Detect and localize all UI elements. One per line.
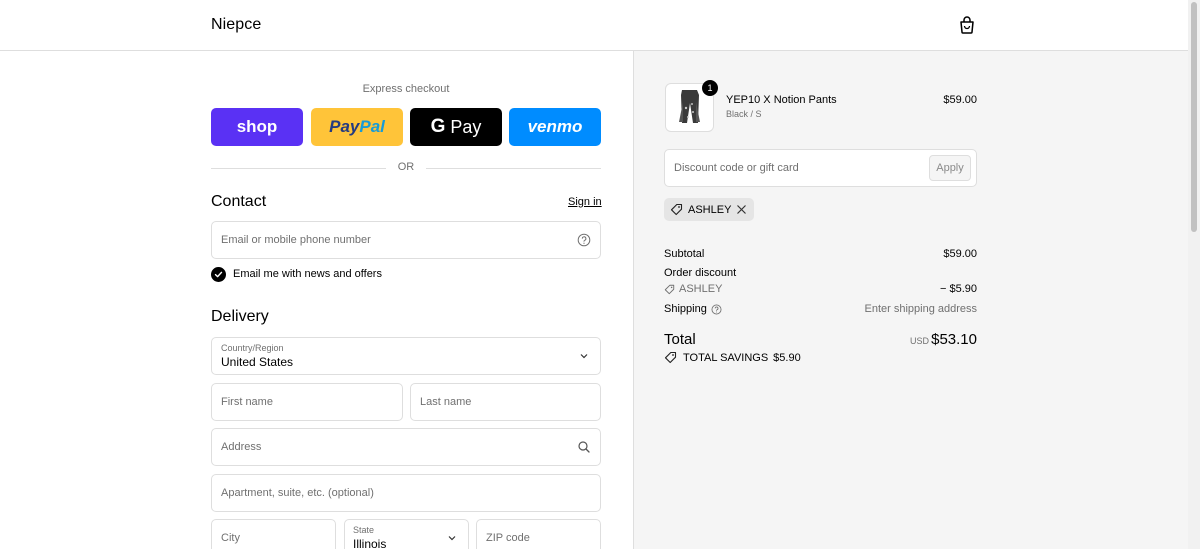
total-label: Total xyxy=(664,331,696,348)
shipping-label-group: Shipping xyxy=(664,303,722,315)
discount-amount: − $5.90 xyxy=(939,283,977,295)
product-price: $59.00 xyxy=(943,94,977,106)
page-scrollbar[interactable] xyxy=(1188,0,1200,549)
shipping-value: Enter shipping address xyxy=(864,303,977,315)
tag-icon xyxy=(670,203,683,216)
total-savings-label: TOTAL SAVINGS xyxy=(683,351,769,364)
header: Niepce xyxy=(0,0,1188,51)
help-circle-icon[interactable] xyxy=(711,304,722,315)
venmo-button[interactable]: venmo xyxy=(509,108,601,146)
shop-pay-button[interactable]: shop xyxy=(211,108,303,146)
apply-discount-button[interactable]: Apply xyxy=(929,155,971,181)
delivery-title: Delivery xyxy=(211,308,269,325)
paypal-label-part1: Pay xyxy=(329,117,360,136)
contact-title: Contact xyxy=(211,193,267,210)
state-label: State xyxy=(353,525,375,535)
newsletter-checkbox[interactable] xyxy=(211,266,226,282)
tag-icon xyxy=(664,284,675,294)
or-text: OR xyxy=(397,161,415,173)
total-savings-amount: $5.90 xyxy=(773,351,801,364)
divider-line-right xyxy=(426,168,601,169)
email-placeholder: Email or mobile phone number xyxy=(221,234,371,246)
applied-discount-tag: ASHLEY xyxy=(664,198,754,221)
order-discount-label: Order discount xyxy=(664,267,737,279)
or-divider: OR xyxy=(211,161,601,175)
express-checkout-title: Express checkout xyxy=(362,83,450,95)
chevron-down-icon xyxy=(580,354,588,359)
search-icon xyxy=(578,441,590,453)
last-name-placeholder: Last name xyxy=(420,396,472,408)
subtotal-label: Subtotal xyxy=(664,248,705,260)
state-select[interactable]: State Illinois xyxy=(344,519,469,549)
discount-code-label: ASHLEY xyxy=(664,283,722,295)
newsletter-label: Email me with news and offers xyxy=(233,268,382,280)
google-pay-button[interactable]: G Pay xyxy=(410,108,502,146)
country-value: United States xyxy=(221,355,294,369)
first-name-field[interactable]: First name xyxy=(211,383,403,421)
store-brand[interactable]: Niepce xyxy=(211,16,261,34)
product-name: YEP10 X Notion Pants xyxy=(726,94,837,106)
newsletter-option[interactable]: Email me with news and offers xyxy=(211,266,382,282)
first-name-placeholder: First name xyxy=(221,396,273,408)
apartment-field[interactable]: Apartment, suite, etc. (optional) xyxy=(211,474,601,512)
paypal-button[interactable]: Pay Pal xyxy=(311,108,403,146)
country-label: Country/Region xyxy=(221,343,284,353)
chevron-down-icon xyxy=(448,536,456,541)
scrollbar-thumb[interactable] xyxy=(1191,2,1197,232)
email-field[interactable]: Email or mobile phone number xyxy=(211,221,601,259)
product-variant: Black / S xyxy=(726,109,762,119)
zip-placeholder: ZIP code xyxy=(486,532,530,544)
order-summary-pane xyxy=(633,51,1188,549)
paypal-label-part2: Pal xyxy=(359,117,385,136)
country-select[interactable]: Country/Region United States xyxy=(211,337,601,375)
total-row: Total USD $53.10 xyxy=(664,330,977,350)
help-circle-icon[interactable] xyxy=(577,233,591,247)
city-field[interactable]: City xyxy=(211,519,336,549)
shopping-bag-icon[interactable] xyxy=(957,15,977,35)
last-name-field[interactable]: Last name xyxy=(410,383,601,421)
address-placeholder: Address xyxy=(221,441,262,453)
applied-discount-code: ASHLEY xyxy=(688,203,732,216)
discount-code-text: ASHLEY xyxy=(679,283,723,295)
checkmark-icon xyxy=(214,271,223,277)
tag-icon xyxy=(664,351,677,364)
quantity-badge: 1 xyxy=(702,80,718,96)
sign-in-link[interactable]: Sign in xyxy=(568,196,602,208)
zip-field[interactable]: ZIP code xyxy=(476,519,601,549)
google-g-icon: G xyxy=(430,116,446,137)
state-value: Illinois xyxy=(353,537,387,549)
venmo-label: venmo xyxy=(527,117,583,136)
city-placeholder: City xyxy=(221,532,240,544)
discount-placeholder: Discount code or gift card xyxy=(674,162,799,174)
google-pay-label: Pay xyxy=(450,116,482,137)
subtotal-value: $59.00 xyxy=(943,248,977,260)
total-amount: $53.10 xyxy=(931,331,977,348)
total-savings-row: TOTAL SAVINGS $5.90 xyxy=(664,351,801,364)
close-icon[interactable] xyxy=(736,204,747,215)
address-field[interactable]: Address xyxy=(211,428,601,466)
shop-pay-label: shop xyxy=(236,117,278,136)
currency-code: USD xyxy=(909,336,929,346)
apartment-placeholder: Apartment, suite, etc. (optional) xyxy=(221,487,374,499)
shipping-label: Shipping xyxy=(664,303,707,315)
